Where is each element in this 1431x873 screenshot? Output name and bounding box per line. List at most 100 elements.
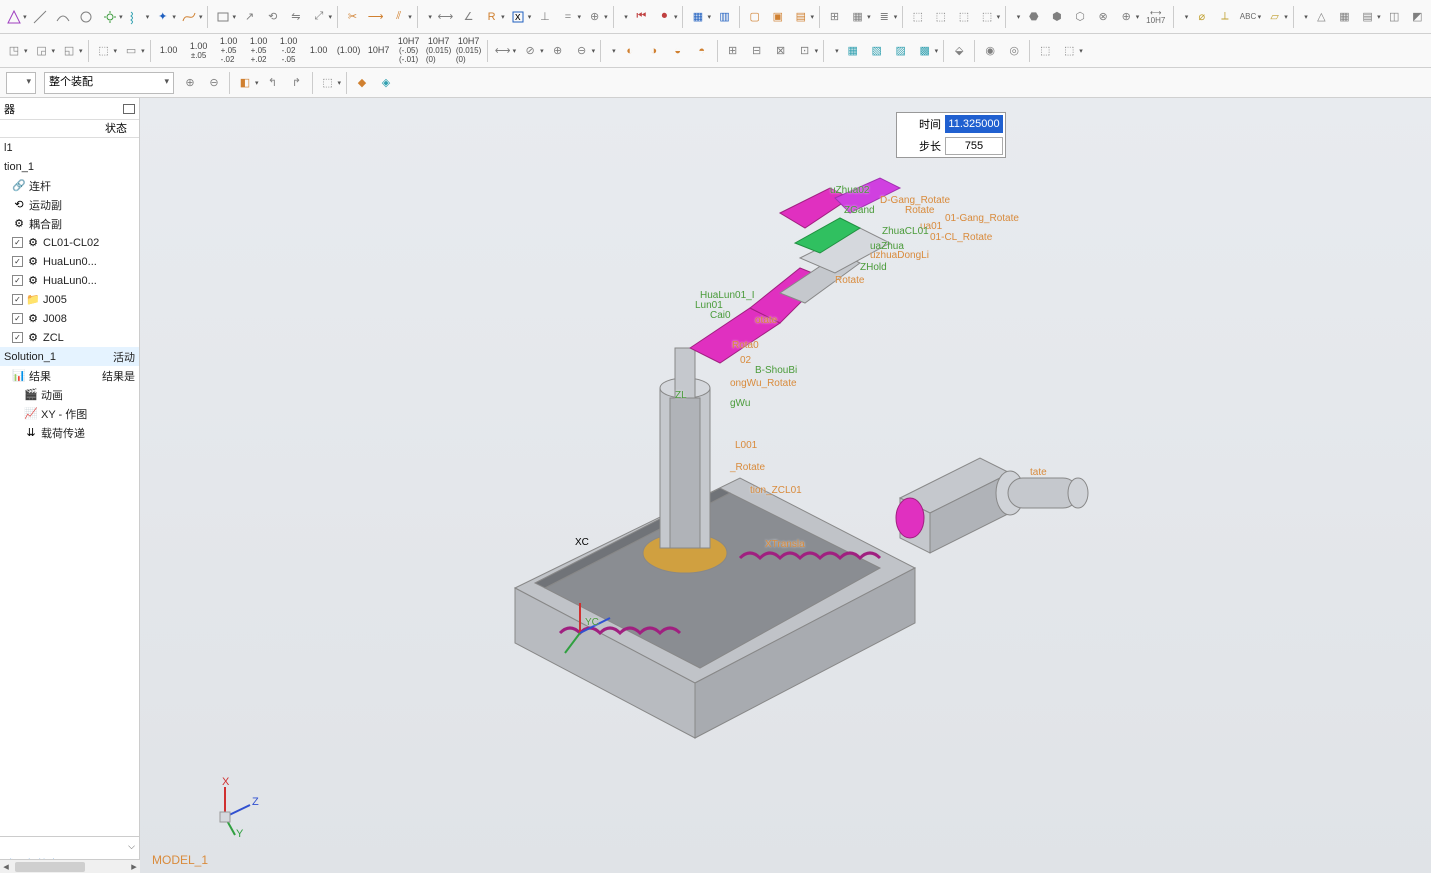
checkbox[interactable]: ✓ (12, 275, 23, 286)
scroll-thumb[interactable] (15, 862, 85, 872)
tree-row[interactable]: 🔗连杆 (0, 176, 139, 195)
trim-icon[interactable]: ✂ (342, 6, 363, 28)
overflow-icon[interactable]: ▾ (1304, 13, 1308, 21)
dim-label-button[interactable]: 1.00-.02-.05 (274, 38, 304, 64)
tree-row[interactable]: ✓⚙CL01-CL02 (0, 233, 139, 252)
circle-icon[interactable] (76, 6, 97, 28)
box3-icon[interactable]: ▤ (790, 6, 811, 28)
scroll-right-icon[interactable]: ▸ (128, 860, 140, 873)
m2-icon[interactable]: ⬚ (930, 6, 951, 28)
gd2-icon[interactable]: ⟂ (1214, 6, 1235, 28)
d2-icon[interactable]: ⊘ (519, 40, 541, 62)
overflow-icon[interactable]: ▾ (624, 13, 628, 21)
c4-icon[interactable]: ↰ (262, 72, 284, 94)
rect-icon[interactable] (212, 6, 233, 28)
c6-icon[interactable]: ⬚ (317, 72, 339, 94)
h8-icon[interactable]: ⬚ (1034, 40, 1056, 62)
spring-icon[interactable] (126, 6, 147, 28)
move-icon[interactable]: ↗ (239, 6, 260, 28)
tree-row[interactable]: ✓📁J005 (0, 290, 139, 309)
c2-icon[interactable]: ⊖ (203, 72, 225, 94)
gd4-icon[interactable]: ▱ (1264, 6, 1285, 28)
h2-icon[interactable]: ▧ (866, 40, 888, 62)
layer-icon[interactable]: ≣ (874, 6, 895, 28)
tree-row[interactable]: ⚙耦合副 (0, 214, 139, 233)
h1-icon[interactable]: ▦ (842, 40, 864, 62)
note-icon[interactable]: x (508, 6, 529, 28)
t2-icon[interactable]: ▦ (1334, 6, 1355, 28)
tree-row[interactable]: tion_1 (0, 157, 139, 176)
t3-icon[interactable]: ▤ (1357, 6, 1378, 28)
t4-icon[interactable]: ◫ (1384, 6, 1405, 28)
overflow-icon[interactable]: ▾ (612, 47, 616, 55)
equal-icon[interactable]: = (557, 6, 578, 28)
h3-icon[interactable]: ▨ (890, 40, 912, 62)
c7-icon[interactable]: ◆ (351, 72, 373, 94)
tol-label[interactable]: ⟷10H7 (1142, 6, 1169, 28)
overflow-icon[interactable]: ▾ (835, 47, 839, 55)
e5-icon[interactable]: ⊕ (1116, 6, 1137, 28)
dim-label-button[interactable]: 10H7(-.05)(-.01) (394, 38, 424, 64)
snap-icon[interactable]: ▦ (847, 6, 868, 28)
dim-label-button[interactable]: 10H7(0.015)(0) (424, 38, 454, 64)
tree-row[interactable]: ⇊载荷传递 (0, 423, 139, 442)
tree-row[interactable]: 📈XY - 作图 (0, 404, 139, 423)
gear-icon[interactable] (99, 6, 120, 28)
e3-icon[interactable]: ⬡ (1069, 6, 1090, 28)
checkbox[interactable]: ✓ (12, 332, 23, 343)
tree-row[interactable]: 🎬动画 (0, 385, 139, 404)
s3-icon[interactable]: ◒ (667, 40, 689, 62)
dim-label-button[interactable]: 1.00+.05-.02 (214, 38, 244, 64)
scroll-left-icon[interactable]: ◂ (0, 860, 12, 873)
s6-icon[interactable]: ⊟ (746, 40, 768, 62)
h5-icon[interactable]: ⬙ (948, 40, 970, 62)
overflow-icon[interactable]: ▾ (1017, 13, 1021, 21)
line-icon[interactable] (30, 6, 51, 28)
extend-icon[interactable]: ⟶ (365, 6, 386, 28)
s2-icon[interactable]: ◑ (643, 40, 665, 62)
box1-icon[interactable]: ▢ (744, 6, 765, 28)
checkbox[interactable]: ✓ (12, 237, 23, 248)
d3-icon[interactable]: ⊕ (547, 40, 569, 62)
r2c-icon[interactable]: ◱ (58, 40, 80, 62)
c5-icon[interactable]: ↱ (286, 72, 308, 94)
overflow-icon[interactable]: ▾ (1185, 13, 1189, 21)
tree-row[interactable]: Solution_1活动 (0, 347, 139, 366)
d1-icon[interactable]: ⟷ (492, 40, 514, 62)
s4-icon[interactable]: ◓ (691, 40, 713, 62)
h6-icon[interactable]: ◉ (979, 40, 1001, 62)
curve-icon[interactable] (179, 6, 200, 28)
grid-icon[interactable]: ⊞ (824, 6, 845, 28)
r2d-icon[interactable]: ⬚ (93, 40, 115, 62)
tree-row[interactable]: ✓⚙HuaLun0... (0, 271, 139, 290)
gd3-abc[interactable]: ABC (1237, 6, 1258, 28)
c3-icon[interactable]: ◧ (234, 72, 256, 94)
scale-icon[interactable]: ⤢ (308, 6, 329, 28)
rotate-icon[interactable]: ⟲ (262, 6, 283, 28)
point-icon[interactable]: ✦ (152, 6, 173, 28)
checkbox[interactable]: ✓ (12, 294, 23, 305)
c8-icon[interactable]: ◈ (375, 72, 397, 94)
dim-label-button[interactable]: 10H7(0.015)(0) (454, 38, 484, 64)
checkbox[interactable]: ✓ (12, 313, 23, 324)
e2-icon[interactable]: ⬢ (1046, 6, 1067, 28)
checkbox[interactable]: ✓ (12, 256, 23, 267)
sketch-icon[interactable] (3, 6, 24, 28)
m3-icon[interactable]: ⬚ (953, 6, 974, 28)
tree-row[interactable]: ✓⚙HuaLun0... (0, 252, 139, 271)
dim-label-button[interactable]: 1.00 (154, 38, 184, 64)
radius-icon[interactable]: R (481, 6, 502, 28)
r2e-icon[interactable]: ▭ (120, 40, 142, 62)
s7-icon[interactable]: ⊠ (770, 40, 792, 62)
s1-icon[interactable]: ◐ (619, 40, 641, 62)
dim-label-button[interactable]: 1.00 (304, 38, 334, 64)
rec-icon[interactable]: ⏺ (654, 6, 675, 28)
m4-icon[interactable]: ⬚ (977, 6, 998, 28)
t1-icon[interactable]: △ (1311, 6, 1332, 28)
tree-row[interactable]: l1 (0, 138, 139, 157)
tree-row[interactable]: ✓⚙ZCL (0, 328, 139, 347)
dim-label-button[interactable]: 10H7 (364, 38, 394, 64)
r2a-icon[interactable]: ◳ (3, 40, 25, 62)
h9-icon[interactable]: ⬚ (1058, 40, 1080, 62)
dim-label-button[interactable]: 1.00±.05 (184, 38, 214, 64)
